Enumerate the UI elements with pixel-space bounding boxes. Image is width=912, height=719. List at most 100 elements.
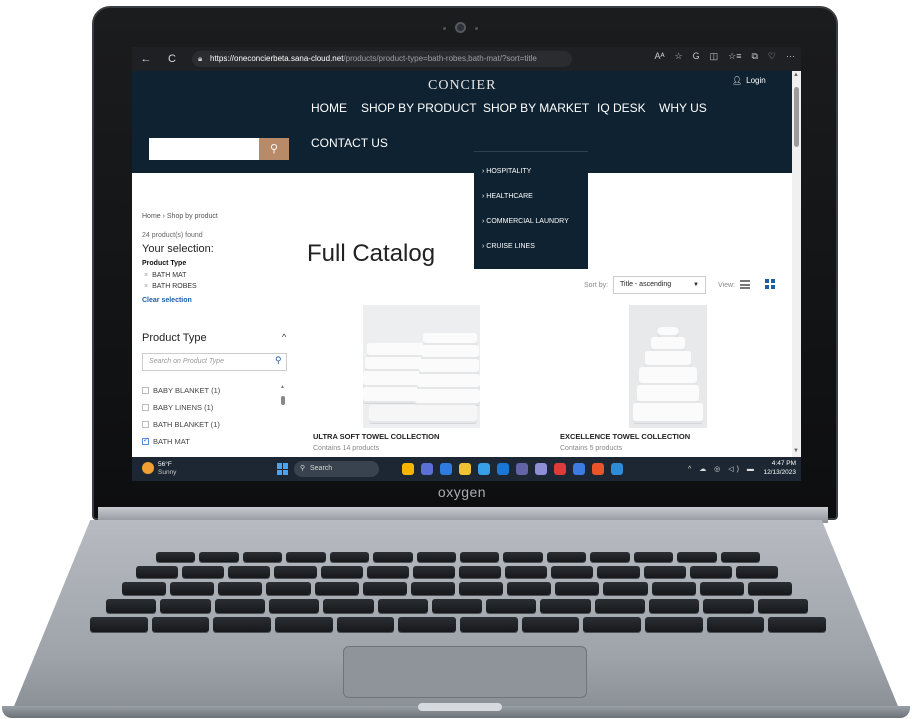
keyboard-key[interactable] (106, 599, 157, 613)
keyboard-key[interactable] (214, 599, 265, 613)
page-scrollbar[interactable]: ▲ ▼ (792, 71, 801, 457)
keyboard-key[interactable] (182, 566, 225, 578)
checkbox-checked[interactable] (142, 436, 149, 445)
nav-contact-us[interactable]: CONTACT US (311, 136, 388, 150)
clear-selection-link[interactable]: Clear selection (142, 297, 192, 304)
keyboard-key[interactable] (156, 552, 196, 562)
clock-time[interactable]: 4:47 PM (762, 460, 796, 467)
nav-iq-desk[interactable]: IQ DESK (597, 101, 646, 115)
taskbar-app-icon[interactable] (402, 463, 414, 475)
keyboard-key[interactable] (551, 566, 594, 578)
site-search-input[interactable] (149, 138, 259, 160)
keyboard-key[interactable] (706, 617, 765, 632)
login-link[interactable]: 👤︎ Login (732, 76, 766, 85)
keyboard-key[interactable] (398, 617, 456, 632)
taskbar-app-icon[interactable] (516, 463, 528, 475)
keyboard-key[interactable] (412, 566, 455, 578)
keyboard-key[interactable] (703, 599, 754, 613)
keyboard-key[interactable] (431, 599, 483, 613)
weather-temperature[interactable]: 56°F (158, 461, 172, 468)
dropdown-item-commercial-laundry[interactable]: › COMMERCIAL LAUNDRY (482, 218, 569, 225)
keyboard-key[interactable] (633, 552, 674, 562)
dropdown-item-healthcare[interactable]: › HEALTHCARE (482, 193, 533, 200)
breadcrumb[interactable]: Home › Shop by product (142, 213, 218, 220)
clock-date[interactable]: 12/13/2023 (762, 469, 796, 476)
nav-shop-by-product[interactable]: SHOP BY PRODUCT (361, 101, 477, 115)
taskbar-app-icon[interactable] (478, 463, 490, 475)
keyboard-key[interactable] (643, 566, 686, 578)
keyboard-key[interactable] (459, 566, 502, 578)
taskbar-app-icon[interactable] (535, 463, 547, 475)
keyboard-key[interactable] (274, 566, 317, 578)
keyboard-key[interactable] (286, 552, 326, 562)
grid-view-icon[interactable] (765, 279, 775, 289)
taskbar-app-icon[interactable] (611, 463, 623, 475)
keyboard-key[interactable] (699, 582, 744, 595)
product-title[interactable]: EXCELLENCE TOWEL COLLECTION (560, 432, 690, 441)
taskbar-search[interactable]: ⚲ Search (294, 461, 379, 477)
keyboard-key[interactable] (594, 599, 646, 613)
keyboard-key[interactable] (460, 552, 500, 562)
product-title[interactable]: ULTRA SOFT TOWEL COLLECTION (313, 432, 439, 441)
keyboard-key[interactable] (651, 582, 696, 595)
keyboard-key[interactable] (503, 552, 543, 562)
keyboard-key[interactable] (603, 582, 648, 595)
facet-option[interactable]: BABY LINENS (1) (142, 403, 213, 412)
keyboard-key[interactable] (228, 566, 271, 578)
keyboard-key[interactable] (590, 552, 630, 562)
keyboard-key[interactable] (555, 582, 600, 595)
windows-start-icon[interactable] (277, 463, 289, 475)
keyboard-key[interactable] (597, 566, 640, 578)
facet-option[interactable]: BABY BLANKET (1) (142, 386, 220, 395)
keyboard-key[interactable] (136, 566, 179, 578)
checkbox[interactable] (142, 387, 149, 394)
keyboard-key[interactable] (213, 617, 271, 632)
keyboard-key[interactable] (689, 566, 732, 578)
keyboard-key[interactable] (507, 582, 552, 595)
dropdown-item-cruise-lines[interactable]: › CRUISE LINES (482, 243, 535, 250)
remove-icon[interactable]: × (144, 272, 148, 279)
keyboard-key[interactable] (268, 599, 320, 613)
keyboard-key[interactable] (160, 599, 211, 613)
keyboard-key[interactable] (329, 552, 370, 562)
search-icon[interactable]: ⚲ (275, 355, 282, 366)
keyboard-key[interactable] (410, 582, 455, 595)
keyboard-key[interactable] (459, 582, 504, 595)
keyboard-key[interactable] (757, 599, 808, 613)
keyboard-key[interactable] (373, 552, 413, 562)
product-image[interactable] (553, 305, 783, 428)
keyboard-key[interactable] (90, 617, 148, 632)
list-view-icon[interactable] (740, 280, 750, 289)
browser-essentials-icon[interactable]: ♡ (768, 51, 776, 62)
taskbar-app-icon[interactable] (421, 463, 433, 475)
selected-filter[interactable]: × BATH MAT (144, 272, 186, 279)
keyboard-key[interactable] (242, 552, 283, 562)
refresh-icon[interactable]: C (162, 53, 182, 65)
keyboard-key[interactable] (275, 617, 333, 632)
favorite-icon[interactable]: ☆ (675, 51, 683, 62)
facet-option[interactable]: BATH MAT (142, 436, 190, 446)
chevron-up-icon[interactable]: ^ (282, 332, 286, 342)
facet-scrollbar[interactable]: ▲ (280, 384, 285, 418)
taskbar-app-icon[interactable] (554, 463, 566, 475)
keyboard-key[interactable] (768, 617, 826, 632)
keyboard-key[interactable] (362, 582, 407, 595)
dropdown-item-hospitality[interactable]: › HOSPITALITY (482, 168, 531, 175)
keyboard-key[interactable] (486, 599, 537, 613)
split-screen-icon[interactable]: ◫ (710, 51, 719, 62)
site-logo[interactable]: CONCIER (428, 78, 496, 94)
keyboard-key[interactable] (521, 617, 580, 632)
checkbox[interactable] (142, 404, 149, 411)
keyboard-key[interactable] (747, 582, 792, 595)
keyboard-key[interactable] (649, 599, 700, 613)
taskbar-app-icon[interactable] (573, 463, 585, 475)
keyboard-key[interactable] (151, 617, 210, 632)
favorites-list-icon[interactable]: ☆≡ (728, 51, 741, 62)
product-image[interactable] (306, 305, 536, 428)
keyboard-key[interactable] (540, 599, 591, 613)
facet-option[interactable]: BATH BLANKET (1) (142, 420, 220, 429)
extension-icon[interactable]: G (693, 51, 700, 62)
weather-description[interactable]: Sunny (158, 469, 176, 476)
system-tray[interactable]: ^ ☁ ◎ ◁) ▬ (688, 465, 757, 473)
back-icon[interactable]: ← (136, 53, 156, 65)
